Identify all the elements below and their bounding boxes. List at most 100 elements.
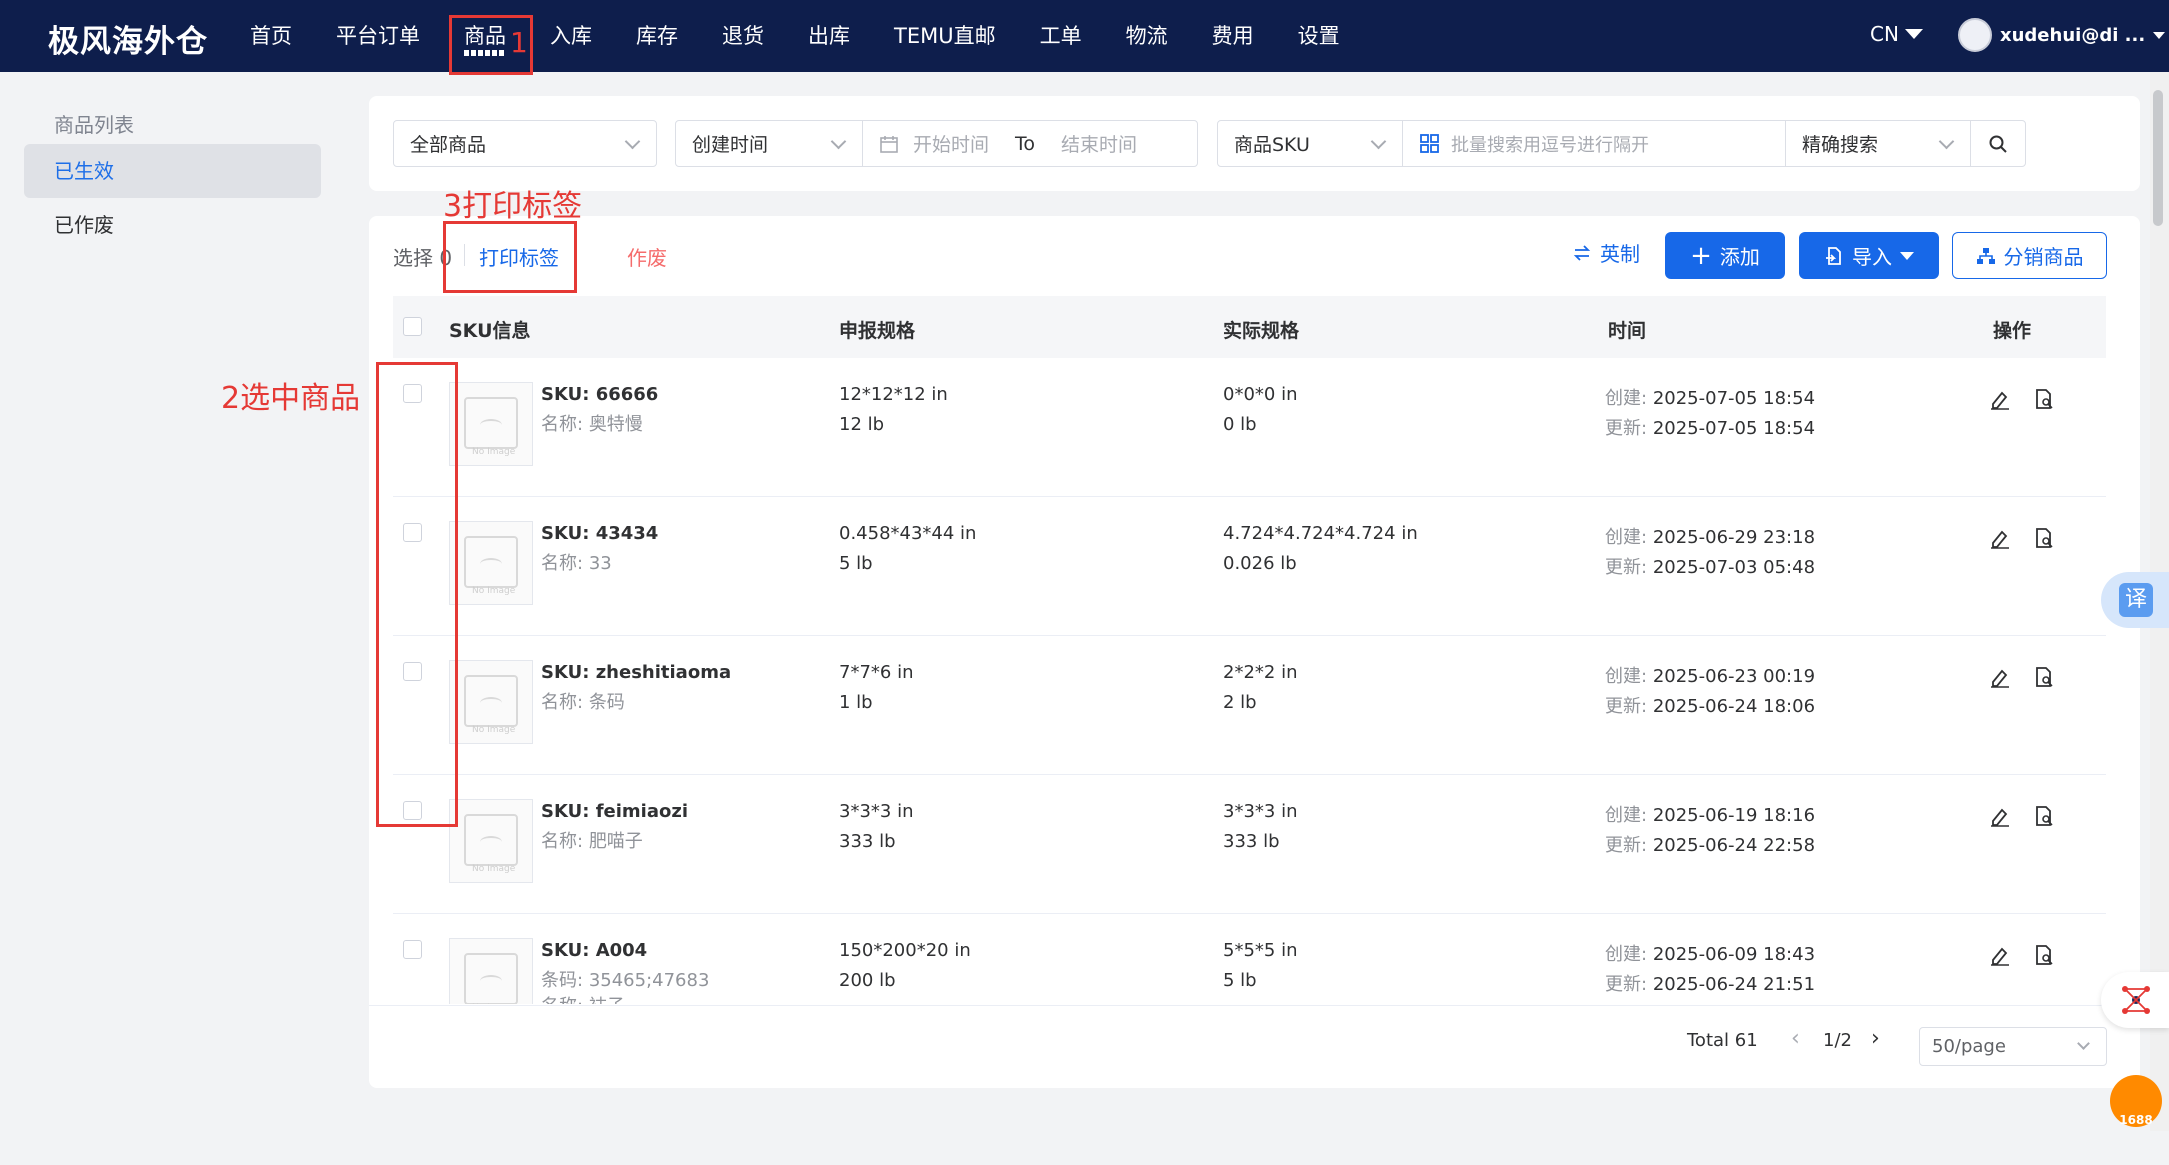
product-image-placeholder: No Image bbox=[449, 382, 533, 466]
sku-code: SKU: 66666 bbox=[541, 384, 659, 405]
user-menu[interactable]: xudehui@di ... bbox=[1958, 18, 2166, 52]
badge-1688-icon[interactable]: 1688 bbox=[2110, 1075, 2162, 1127]
document-view-icon[interactable] bbox=[2033, 527, 2055, 549]
assistant-widget[interactable] bbox=[2101, 972, 2169, 1028]
declared-dims: 0.458*43*44 in bbox=[839, 523, 977, 544]
translate-widget[interactable]: 译 bbox=[2101, 572, 2169, 628]
sku-code: SKU: 43434 bbox=[541, 523, 659, 544]
created-time: 创建: 2025-06-19 18:16 bbox=[1605, 805, 1816, 826]
declared-weight: 5 lb bbox=[839, 553, 873, 574]
product-name: 名称: 33 bbox=[541, 553, 612, 574]
calendar-icon bbox=[880, 135, 898, 153]
nav-fees[interactable]: 费用 bbox=[1190, 0, 1276, 72]
scrollbar-thumb[interactable] bbox=[2153, 90, 2163, 226]
time-type-select[interactable]: 创建时间 bbox=[675, 120, 863, 167]
product-name: 名称: 条码 bbox=[541, 692, 625, 713]
caret-down-icon bbox=[1904, 29, 1923, 39]
sidebar-item-active[interactable]: 已生效 bbox=[24, 144, 321, 198]
chevron-down-icon bbox=[1938, 133, 1955, 150]
product-name: 名称: 奥特慢 bbox=[541, 414, 643, 435]
nav-temu[interactable]: TEMU直邮 bbox=[872, 0, 1018, 72]
add-button[interactable]: + 添加 bbox=[1665, 232, 1785, 279]
document-view-icon[interactable] bbox=[2033, 944, 2055, 966]
document-view-icon[interactable] bbox=[2033, 666, 2055, 688]
import-button[interactable]: 导入 bbox=[1799, 232, 1939, 279]
void-button[interactable]: 作废 bbox=[627, 242, 667, 271]
caret-down-icon bbox=[1900, 251, 1914, 260]
date-range-picker[interactable]: 开始时间 To 结束时间 bbox=[862, 120, 1198, 167]
language-switch[interactable]: CN bbox=[1870, 22, 1923, 46]
nav-returns[interactable]: 退货 bbox=[700, 0, 786, 72]
created-time: 创建: 2025-06-29 23:18 bbox=[1605, 527, 1816, 548]
annotation-box-print bbox=[443, 221, 577, 293]
table-row: No Image SKU: 43434 名称: 33 0.458*43*44 i… bbox=[393, 497, 2106, 636]
nav-inventory[interactable]: 库存 bbox=[614, 0, 700, 72]
annotation-box-checkboxes bbox=[376, 362, 458, 827]
top-navbar: 极风海外仓 首页 平台订单 商品 入库 库存 退货 出库 TEMU直邮 工单 物… bbox=[0, 0, 2169, 72]
sku-code: SKU: zheshitiaoma bbox=[541, 662, 732, 683]
import-file-icon bbox=[1826, 246, 1841, 265]
table-row: No Image SKU: zheshitiaoma 名称: 条码 7*7*6 … bbox=[393, 636, 2106, 775]
col-actual-spec: 实际规格 bbox=[1223, 320, 1300, 342]
caret-down-icon bbox=[2153, 31, 2166, 39]
sidebar: 商品列表 已生效 已作废 bbox=[0, 72, 350, 1131]
start-date-input[interactable]: 开始时间 bbox=[913, 130, 989, 157]
end-date-input[interactable]: 结束时间 bbox=[1061, 130, 1137, 157]
sidebar-item-voided[interactable]: 已作废 bbox=[24, 198, 321, 252]
created-time: 创建: 2025-06-23 00:19 bbox=[1605, 666, 1816, 687]
col-declared-spec: 申报规格 bbox=[839, 320, 916, 342]
edit-icon[interactable] bbox=[1989, 527, 2011, 549]
nav-logistics[interactable]: 物流 bbox=[1104, 0, 1190, 72]
distribute-button[interactable]: 分销商品 bbox=[1952, 232, 2107, 279]
col-time: 时间 bbox=[1608, 320, 1647, 342]
avatar bbox=[1958, 18, 1992, 52]
footer-divider bbox=[369, 1005, 2140, 1006]
actual-weight: 2 lb bbox=[1223, 692, 1257, 713]
page-size-select[interactable]: 50/page bbox=[1919, 1027, 2107, 1066]
nav-tickets[interactable]: 工单 bbox=[1018, 0, 1104, 72]
nav-settings[interactable]: 设置 bbox=[1276, 0, 1362, 72]
created-time: 创建: 2025-07-05 18:54 bbox=[1605, 388, 1816, 409]
product-barcode: 条码: 35465;47683 bbox=[541, 970, 710, 991]
app-logo[interactable]: 极风海外仓 bbox=[48, 16, 208, 61]
annotation-step-3: 3打印标签 bbox=[443, 189, 583, 224]
updated-time: 更新: 2025-06-24 18:06 bbox=[1605, 696, 1816, 717]
prev-page-button[interactable]: ‹ bbox=[1791, 1026, 1800, 1051]
actual-dims: 5*5*5 in bbox=[1223, 940, 1298, 961]
document-view-icon[interactable] bbox=[2033, 805, 2055, 827]
row-checkbox[interactable] bbox=[403, 940, 422, 959]
next-page-button[interactable]: › bbox=[1871, 1026, 1880, 1051]
declared-weight: 1 lb bbox=[839, 692, 873, 713]
search-button[interactable] bbox=[1970, 120, 2026, 167]
unit-label: 英制 bbox=[1600, 242, 1640, 266]
document-view-icon[interactable] bbox=[2033, 388, 2055, 410]
plus-icon: + bbox=[1690, 240, 1712, 271]
match-mode-select[interactable]: 精确搜索 bbox=[1785, 120, 1971, 167]
updated-time: 更新: 2025-07-05 18:54 bbox=[1605, 418, 1816, 439]
created-time: 创建: 2025-06-09 18:43 bbox=[1605, 944, 1816, 965]
unit-switch-button[interactable]: 英制 bbox=[1572, 238, 1640, 267]
edit-icon[interactable] bbox=[1989, 805, 2011, 827]
nav-platform-orders[interactable]: 平台订单 bbox=[314, 0, 442, 72]
nav-inbound[interactable]: 入库 bbox=[528, 0, 614, 72]
actual-dims: 3*3*3 in bbox=[1223, 801, 1298, 822]
edit-icon[interactable] bbox=[1989, 388, 2011, 410]
product-list-panel: 选择 0 打印标签 作废 英制 + 添加 导入 分销商品 SKU信息 申报规格 … bbox=[369, 216, 2140, 1088]
page-size-value: 50/page bbox=[1932, 1036, 2006, 1057]
declared-dims: 7*7*6 in bbox=[839, 662, 914, 683]
edit-icon[interactable] bbox=[1989, 944, 2011, 966]
actual-dims: 4.724*4.724*4.724 in bbox=[1223, 523, 1418, 544]
nav-home[interactable]: 首页 bbox=[228, 0, 314, 72]
select-all-checkbox[interactable] bbox=[403, 317, 422, 336]
batch-search-input[interactable]: 批量搜索用逗号进行隔开 bbox=[1402, 120, 1786, 167]
declared-dims: 12*12*12 in bbox=[839, 384, 948, 405]
translate-icon: 译 bbox=[2119, 583, 2153, 617]
range-separator: To bbox=[1015, 132, 1036, 155]
edit-icon[interactable] bbox=[1989, 666, 2011, 688]
scope-select[interactable]: 全部商品 bbox=[393, 120, 657, 167]
search-placeholder: 批量搜索用逗号进行隔开 bbox=[1451, 134, 1649, 156]
language-label: CN bbox=[1870, 22, 1899, 46]
search-field-select[interactable]: 商品SKU bbox=[1217, 120, 1403, 167]
nav-outbound[interactable]: 出库 bbox=[786, 0, 872, 72]
updated-time: 更新: 2025-06-24 22:58 bbox=[1605, 835, 1816, 856]
